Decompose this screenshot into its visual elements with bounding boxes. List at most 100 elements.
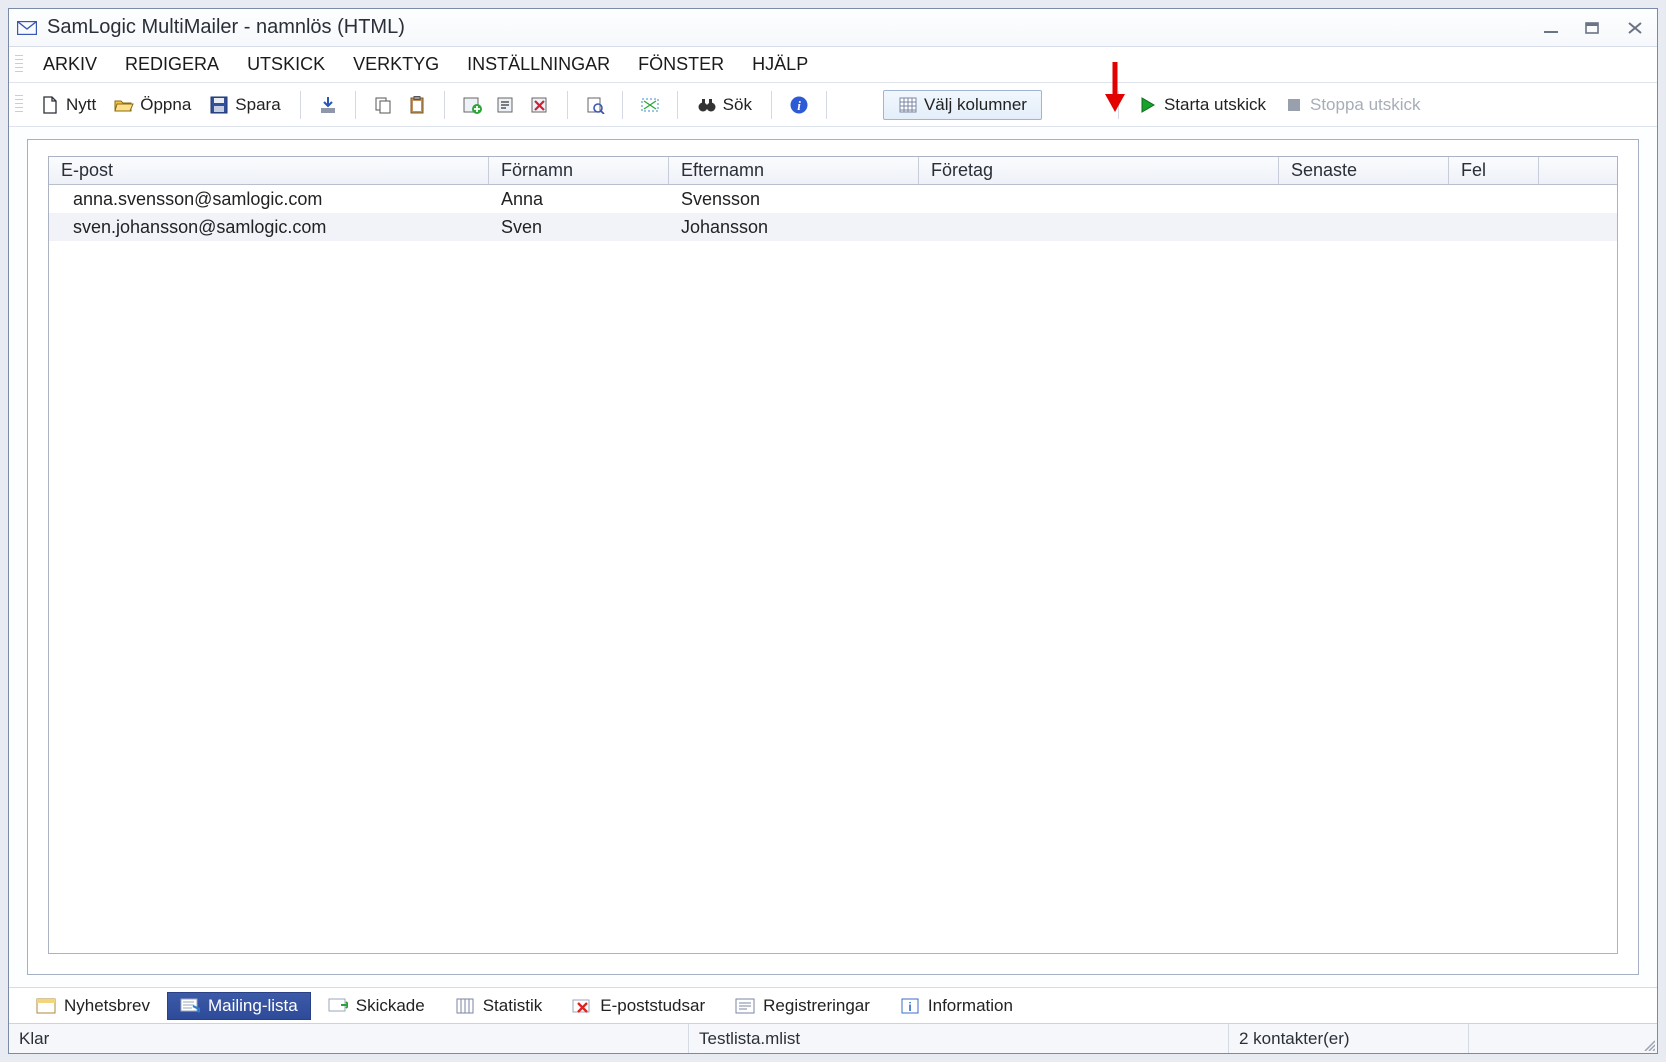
toolbar-sep-6 — [677, 91, 678, 119]
tab-label: Skickade — [356, 996, 425, 1016]
mailinglist-icon — [180, 997, 200, 1015]
toolbar-sep-1 — [300, 91, 301, 119]
save-label: Spara — [235, 95, 280, 115]
tab-registreringar[interactable]: Registreringar — [722, 992, 883, 1020]
view-tabs: Nyhetsbrev Mailing-lista Skickade Statis… — [9, 987, 1657, 1023]
download-arrow-icon — [318, 96, 338, 114]
save-disk-icon — [209, 96, 229, 114]
preview-button[interactable] — [580, 90, 610, 120]
play-icon — [1138, 96, 1158, 114]
svg-text:i: i — [797, 98, 801, 113]
add-contact-icon — [462, 96, 482, 114]
toolbar-sep-5 — [622, 91, 623, 119]
delete-contact-icon — [530, 96, 550, 114]
tab-information[interactable]: i Information — [887, 992, 1026, 1020]
content-panel: E-post Förnamn Efternamn Företag Senaste… — [27, 139, 1639, 975]
cell-email: anna.svensson@samlogic.com — [49, 189, 489, 210]
svg-text:i: i — [908, 1000, 911, 1014]
selection-box-icon — [640, 96, 660, 114]
cell-firstname: Anna — [489, 189, 669, 210]
grid-header: E-post Förnamn Efternamn Företag Senaste… — [49, 157, 1617, 185]
tab-label: Information — [928, 996, 1013, 1016]
tab-statistik[interactable]: Statistik — [442, 992, 556, 1020]
menu-installningar[interactable]: INSTÄLLNINGAR — [453, 50, 624, 79]
contacts-grid[interactable]: E-post Förnamn Efternamn Företag Senaste… — [48, 156, 1618, 954]
paste-button[interactable] — [402, 90, 432, 120]
menu-redigera[interactable]: REDIGERA — [111, 50, 233, 79]
col-header-latest[interactable]: Senaste — [1279, 157, 1449, 184]
table-row[interactable]: sven.johansson@samlogic.com Sven Johanss… — [49, 213, 1617, 241]
maximize-button[interactable] — [1579, 18, 1607, 38]
toolbar-sep-9 — [1118, 91, 1119, 119]
window-controls — [1537, 18, 1649, 38]
registrations-icon — [735, 997, 755, 1015]
new-file-icon — [40, 96, 60, 114]
copy-icon — [373, 96, 393, 114]
tab-label: Mailing-lista — [208, 996, 298, 1016]
save-button[interactable]: Spara — [202, 90, 287, 120]
delete-contact-button[interactable] — [525, 90, 555, 120]
choose-columns-button[interactable]: Välj kolumner — [883, 90, 1042, 120]
edit-contact-icon — [496, 96, 516, 114]
open-folder-icon — [114, 96, 134, 114]
statusbar: Klar Testlista.mlist 2 kontakter(er) — [9, 1023, 1657, 1053]
menu-verktyg[interactable]: VERKTYG — [339, 50, 453, 79]
window-title: SamLogic MultiMailer - namnlös (HTML) — [47, 16, 405, 39]
menu-hjalp[interactable]: HJÄLP — [738, 50, 822, 79]
edit-contact-button[interactable] — [491, 90, 521, 120]
menu-arkiv[interactable]: ARKIV — [29, 50, 111, 79]
stop-sending-button[interactable]: Stoppa utskick — [1277, 90, 1428, 120]
stop-icon — [1284, 96, 1304, 114]
menu-fonster[interactable]: FÖNSTER — [624, 50, 738, 79]
copy-button[interactable] — [368, 90, 398, 120]
toolbar-grip — [15, 95, 23, 115]
tab-label: Nyhetsbrev — [64, 996, 150, 1016]
resize-grip-icon[interactable] — [1637, 1024, 1657, 1053]
info-button[interactable]: i — [784, 90, 814, 120]
tab-mailinglist[interactable]: Mailing-lista — [167, 992, 311, 1020]
new-button[interactable]: Nytt — [33, 90, 103, 120]
status-count: 2 kontakter(er) — [1229, 1024, 1469, 1053]
binoculars-icon — [697, 96, 717, 114]
col-header-firstname[interactable]: Förnamn — [489, 157, 669, 184]
choose-columns-label: Välj kolumner — [924, 95, 1027, 115]
col-header-email[interactable]: E-post — [49, 157, 489, 184]
cell-lastname: Svensson — [669, 189, 919, 210]
titlebar: SamLogic MultiMailer - namnlös (HTML) — [9, 9, 1657, 47]
toolbar: Nytt Öppna Spara — [9, 83, 1657, 127]
status-left: Klar — [9, 1024, 689, 1053]
tab-label: Registreringar — [763, 996, 870, 1016]
col-header-lastname[interactable]: Efternamn — [669, 157, 919, 184]
search-label: Sök — [723, 95, 752, 115]
minimize-button[interactable] — [1537, 18, 1565, 38]
start-sending-label: Starta utskick — [1164, 95, 1266, 115]
cell-firstname: Sven — [489, 217, 669, 238]
toolbar-sep-3 — [444, 91, 445, 119]
status-file: Testlista.mlist — [689, 1024, 1229, 1053]
content-area: E-post Förnamn Efternamn Företag Senaste… — [9, 127, 1657, 987]
col-header-error[interactable]: Fel — [1449, 157, 1539, 184]
add-contact-button[interactable] — [457, 90, 487, 120]
sent-icon — [328, 997, 348, 1015]
import-button[interactable] — [313, 90, 343, 120]
tab-skickade[interactable]: Skickade — [315, 992, 438, 1020]
magnifier-page-icon — [585, 96, 605, 114]
menubar-grip — [15, 55, 23, 75]
search-button[interactable]: Sök — [690, 90, 759, 120]
tab-label: Statistik — [483, 996, 543, 1016]
col-header-company[interactable]: Företag — [919, 157, 1279, 184]
start-sending-button[interactable]: Starta utskick — [1131, 90, 1273, 120]
close-button[interactable] — [1621, 18, 1649, 38]
table-row[interactable]: anna.svensson@samlogic.com Anna Svensson — [49, 185, 1617, 213]
stop-sending-label: Stoppa utskick — [1310, 95, 1421, 115]
open-button[interactable]: Öppna — [107, 90, 198, 120]
tab-label: E-poststudsar — [600, 996, 705, 1016]
newsletter-icon — [36, 997, 56, 1015]
tab-nyhetsbrev[interactable]: Nyhetsbrev — [23, 992, 163, 1020]
info-circle-icon: i — [789, 96, 809, 114]
toggle-selection-button[interactable] — [635, 90, 665, 120]
menu-utskick[interactable]: UTSKICK — [233, 50, 339, 79]
menubar: ARKIV REDIGERA UTSKICK VERKTYG INSTÄLLNI… — [9, 47, 1657, 83]
tab-epoststudsar[interactable]: E-poststudsar — [559, 992, 718, 1020]
new-label: Nytt — [66, 95, 96, 115]
